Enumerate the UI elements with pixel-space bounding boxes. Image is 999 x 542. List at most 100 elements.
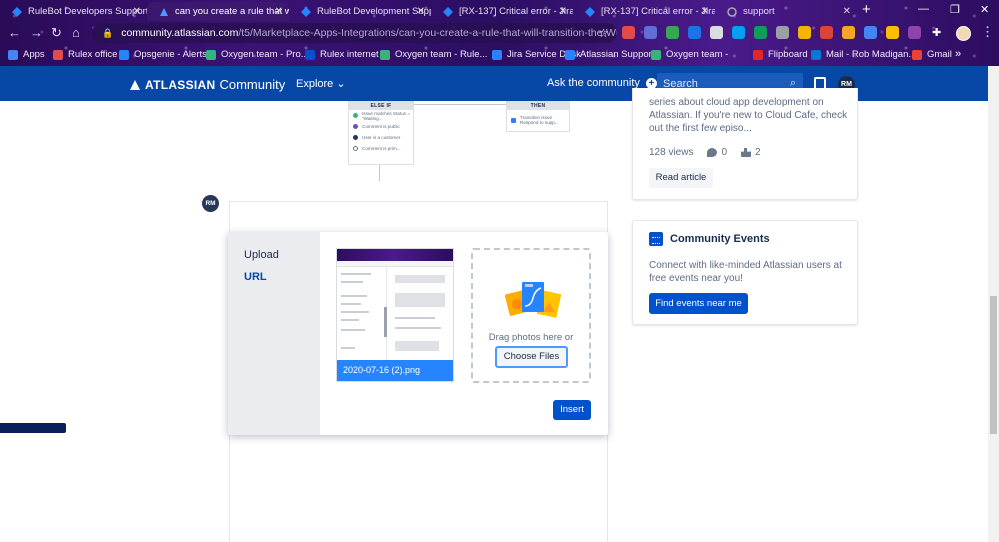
- extension-icon[interactable]: [798, 26, 811, 39]
- extension-icon[interactable]: [710, 26, 723, 39]
- atlassian-logo-icon: [130, 79, 140, 90]
- close-icon[interactable]: ✕: [133, 6, 141, 17]
- extension-icon[interactable]: [886, 26, 899, 39]
- bookmark-label: Rulex office: [68, 49, 118, 60]
- bookmark-label: Oxygen team - Pro...: [221, 49, 309, 60]
- browser-tab-active[interactable]: can you create a rule that will ✕: [147, 2, 289, 21]
- views-label: 128 views: [649, 147, 694, 158]
- extension-icon[interactable]: [732, 26, 745, 39]
- url-input[interactable]: 🔒 community.atlassian.com /t5/Marketplac…: [92, 23, 617, 43]
- browser-tab[interactable]: [RX-137] Critical error - Jira ✕: [573, 2, 715, 21]
- gmail-icon: [912, 49, 922, 60]
- browser-tab[interactable]: RuleBot Development Support ✕: [289, 2, 431, 21]
- bookmarks-more-button[interactable]: »: [955, 48, 961, 60]
- explore-menu[interactable]: Explore ⌄: [296, 77, 346, 90]
- extension-icon[interactable]: [688, 26, 701, 39]
- profile-avatar[interactable]: [956, 26, 971, 41]
- extension-icon[interactable]: [622, 26, 635, 39]
- article-stats: 128 views 0 2: [649, 147, 775, 158]
- address-bar-row: ← → ↻ ⌂ 🔒 community.atlassian.com /t5/Ma…: [0, 22, 999, 44]
- url-host: community.atlassian.com: [121, 27, 239, 39]
- bookmark-apps[interactable]: Apps: [8, 49, 45, 60]
- browser-tab[interactable]: [RX-137] Critical error - Jira ✕: [431, 2, 573, 21]
- row-text: Issue matches Status = "Waiting...: [362, 110, 410, 121]
- close-icon[interactable]: ✕: [701, 6, 709, 17]
- support-icon: [727, 6, 737, 17]
- likes-label: 2: [755, 147, 761, 158]
- home-icon[interactable]: ⌂: [72, 25, 80, 40]
- extension-icon[interactable]: [644, 26, 657, 39]
- else-if-row: User is a customer: [349, 132, 413, 143]
- events-title: Community Events: [649, 232, 770, 246]
- bookmark-item[interactable]: Mail - Rob Madigan...: [811, 49, 916, 60]
- apps-grid-icon: [8, 49, 18, 60]
- restore-icon[interactable]: ❐: [950, 3, 960, 16]
- thumbnail-preview-body: [337, 267, 453, 361]
- minimize-icon[interactable]: —: [918, 3, 929, 15]
- extension-icon[interactable]: [666, 26, 679, 39]
- find-events-button[interactable]: Find events near me: [649, 293, 748, 314]
- preview-line: [395, 317, 435, 319]
- comment-icon: [353, 124, 358, 129]
- close-icon[interactable]: ✕: [559, 6, 567, 17]
- bookmark-item[interactable]: Flipboard: [753, 49, 808, 60]
- extension-icon[interactable]: [864, 26, 877, 39]
- bookmark-label: Apps: [23, 49, 45, 60]
- extension-icon[interactable]: [776, 26, 789, 39]
- bookmark-item[interactable]: Rulex internet: [305, 49, 379, 60]
- jira-icon: [492, 49, 502, 60]
- jira-icon: [585, 6, 595, 17]
- preview-block: [395, 341, 439, 351]
- choose-files-button[interactable]: Choose Files: [495, 346, 568, 368]
- else-if-title: ELSE IF: [349, 102, 413, 110]
- comments-count: 0: [707, 147, 727, 158]
- bookmark-item[interactable]: Oxygen team -: [651, 49, 728, 60]
- browser-tab[interactable]: support ✕: [715, 2, 857, 21]
- oxygen-icon: [651, 49, 661, 60]
- ask-label: Ask the community: [547, 77, 640, 89]
- menu-dots-icon[interactable]: ⋮: [981, 24, 994, 40]
- close-icon[interactable]: ✕: [843, 6, 851, 17]
- thumbnail-preview-bar: [337, 249, 453, 261]
- tab-url[interactable]: URL: [244, 271, 267, 283]
- close-window-icon[interactable]: ✕: [980, 3, 989, 16]
- preview-block: [395, 275, 445, 283]
- extension-icon[interactable]: [908, 26, 921, 39]
- bookmark-item[interactable]: Atlassian Support: [565, 49, 654, 60]
- atlassian-community-logo[interactable]: ATLASSIAN Community: [130, 77, 285, 92]
- extension-icon[interactable]: [820, 26, 833, 39]
- preview-line: [341, 273, 371, 275]
- bookmark-star-icon[interactable]: ☆: [598, 26, 609, 40]
- puzzle-icon[interactable]: ✚: [932, 26, 945, 39]
- new-tab-button[interactable]: +: [862, 1, 871, 18]
- thumbnail-preview-scroll: [384, 307, 387, 337]
- extension-icon[interactable]: [842, 26, 855, 39]
- extension-icon[interactable]: [754, 26, 767, 39]
- browser-tab[interactable]: RuleBot Developers Support ✕: [0, 2, 147, 21]
- image-upload-dialog: Upload URL 2020-07-16 (2).png Drag photo…: [228, 232, 608, 435]
- oxygen-icon: [206, 49, 216, 60]
- tab-title: [RX-137] Critical error - Jira: [601, 6, 715, 17]
- close-icon[interactable]: ✕: [417, 6, 425, 17]
- reload-icon[interactable]: ↻: [51, 25, 62, 41]
- likes-count: 2: [741, 147, 761, 158]
- insert-button[interactable]: Insert: [553, 400, 591, 420]
- tab-upload[interactable]: Upload: [244, 249, 279, 261]
- photos-illustration-icon: [505, 282, 561, 318]
- read-article-button[interactable]: Read article: [649, 168, 713, 188]
- article-card: series about cloud app development on At…: [632, 88, 858, 200]
- back-arrow-icon[interactable]: ←: [8, 25, 21, 40]
- forward-arrow-icon[interactable]: →: [30, 25, 43, 40]
- page-scrollbar-thumb[interactable]: [990, 296, 997, 434]
- bookmark-item[interactable]: Oxygen team - Rule...: [380, 49, 487, 60]
- close-icon[interactable]: ✕: [275, 6, 283, 17]
- comment-author-avatar[interactable]: RM: [202, 195, 219, 212]
- bookmark-item[interactable]: Gmail: [912, 49, 952, 60]
- drop-zone[interactable]: Drag photos here or Choose Files: [471, 248, 591, 383]
- bookmark-item[interactable]: Rulex office: [53, 49, 117, 60]
- bookmark-item[interactable]: Oxygen team - Pro...: [206, 49, 309, 60]
- views-count: 128 views: [649, 147, 693, 158]
- uploaded-image-thumbnail[interactable]: 2020-07-16 (2).png: [336, 248, 454, 382]
- bookmark-item[interactable]: Opsgenie - Alerts: [119, 49, 207, 60]
- bookmark-label: Opsgenie - Alerts: [134, 49, 207, 60]
